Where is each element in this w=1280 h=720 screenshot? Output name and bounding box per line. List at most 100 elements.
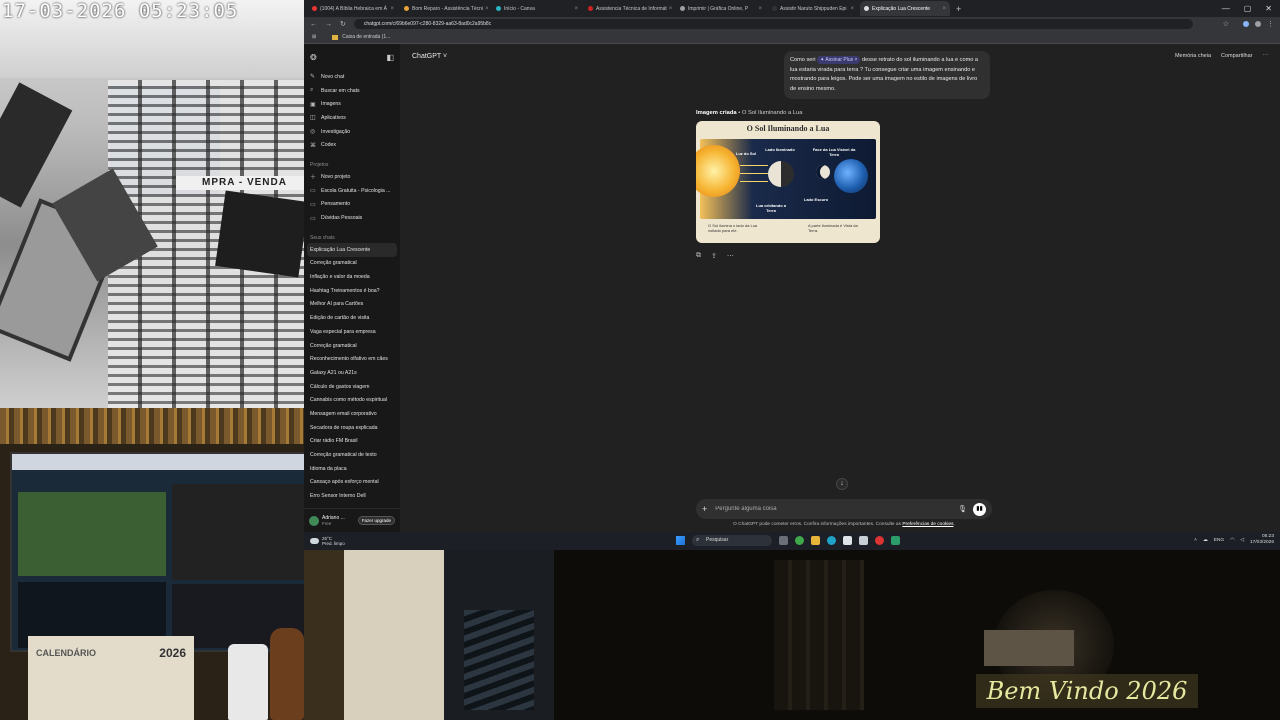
bookmark-item[interactable]: Caixa de entrada (1... bbox=[342, 34, 390, 40]
onedrive-icon[interactable]: ☁ bbox=[1203, 538, 1208, 543]
close-tab-icon[interactable]: × bbox=[848, 6, 854, 12]
browser-tab[interactable]: Assistir Naruto Shippuden Epi × bbox=[768, 1, 858, 16]
sidebar-item-project[interactable]: ▭ Dúvidas Pessoais bbox=[304, 211, 400, 225]
sidebar-item-apps[interactable]: ◫ Aplicativos bbox=[304, 111, 400, 125]
tray-chevron-icon[interactable]: ˄ bbox=[1194, 538, 1197, 543]
minimize-icon[interactable]: — bbox=[1222, 4, 1230, 13]
upgrade-button[interactable]: Fazer upgrade bbox=[357, 516, 395, 525]
more-options-icon[interactable]: ⋯ bbox=[1263, 53, 1269, 59]
chat-item[interactable]: Edição de cartão de visita bbox=[304, 311, 400, 325]
chat-item[interactable]: Reconhecimento olfativo em cães bbox=[304, 352, 400, 366]
sidebar-item-images[interactable]: ▣ Imagens bbox=[304, 97, 400, 111]
image-name: • O Sol Iluminando a Lua bbox=[736, 110, 803, 116]
apps-grid-icon[interactable]: ⊞ bbox=[312, 34, 316, 40]
message-actions: ⧉ ⇪ ⋯ bbox=[696, 252, 734, 260]
browser-tab[interactable]: Assistencia Técnica de Informát × bbox=[584, 1, 674, 16]
share-button[interactable]: Compartilhar bbox=[1221, 53, 1252, 59]
chat-item[interactable]: Criar rádio FM Brasil bbox=[304, 435, 400, 449]
back-icon[interactable]: ← bbox=[310, 21, 317, 28]
chat-item[interactable]: Secadora de roupa explicada bbox=[304, 421, 400, 435]
microphone-icon[interactable]: 🎙 bbox=[958, 505, 967, 513]
camera-timestamp: 17-03-2026 05:23:05 bbox=[2, 0, 239, 22]
extension-icon[interactable] bbox=[1243, 21, 1249, 27]
close-tab-icon[interactable]: × bbox=[667, 6, 673, 12]
more-icon[interactable]: ⋯ bbox=[727, 252, 734, 260]
sidebar-item-new-chat[interactable]: ✎ Novo chat bbox=[304, 70, 400, 84]
sidebar-item-codex[interactable]: ⌘ Codex bbox=[304, 138, 400, 152]
chrome-icon[interactable] bbox=[795, 536, 804, 545]
sidebar-item-project[interactable]: ▭ Pensamento bbox=[304, 198, 400, 212]
copy-icon[interactable]: ⧉ bbox=[696, 252, 701, 260]
close-tab-icon[interactable]: × bbox=[940, 6, 946, 12]
forward-icon[interactable]: → bbox=[325, 21, 332, 28]
app-icon[interactable] bbox=[859, 536, 868, 545]
close-icon[interactable]: ✕ bbox=[1265, 4, 1272, 13]
close-tab-icon[interactable]: × bbox=[483, 6, 489, 12]
taskbar-clock[interactable]: 05:23 17/03/2026 bbox=[1250, 534, 1274, 546]
chat-item[interactable]: Erro Sensor Interno Dell bbox=[304, 489, 400, 503]
edge-icon[interactable] bbox=[827, 536, 836, 545]
close-tab-icon[interactable]: × bbox=[572, 6, 578, 12]
voice-mode-icon[interactable]: ▮▮ bbox=[973, 502, 986, 516]
browser-tab[interactable]: (1004) A Bíblia Hebraica em Á × bbox=[308, 1, 398, 16]
new-tab-button[interactable]: + bbox=[952, 4, 965, 14]
chat-item[interactable]: Cansaço após esforço mental bbox=[304, 476, 400, 490]
cookie-preferences-link[interactable]: Preferências de cookies bbox=[902, 522, 953, 527]
sidebar-item-research[interactable]: ◎ Investigação bbox=[304, 125, 400, 139]
moon-illustration bbox=[768, 161, 794, 187]
weather-widget[interactable]: 25°C Pred. limpo bbox=[310, 536, 345, 546]
share-icon[interactable]: ⇪ bbox=[711, 252, 717, 260]
close-tab-icon[interactable]: × bbox=[756, 6, 762, 12]
user-profile[interactable]: Adriano ... Free Fazer upgrade bbox=[304, 508, 400, 532]
chat-item-active[interactable]: Explicação Lua Crescente bbox=[307, 242, 397, 257]
folder-icon: ▭ bbox=[310, 201, 316, 208]
profile-icon[interactable] bbox=[1255, 21, 1261, 27]
memory-full-button[interactable]: Memória cheia bbox=[1175, 53, 1211, 59]
browser-tab[interactable]: Início - Canva × bbox=[492, 1, 582, 16]
chat-item[interactable]: Cannabis como método espiritual bbox=[304, 393, 400, 407]
browser-menu-icon[interactable]: ⋮ bbox=[1267, 20, 1274, 28]
chat-item[interactable]: Correção gramatical bbox=[304, 339, 400, 353]
chat-item[interactable]: Mensagem email corporativo bbox=[304, 407, 400, 421]
wifi-icon[interactable]: ◠ bbox=[1230, 538, 1234, 543]
chat-item[interactable]: Vaga especial para empresa bbox=[304, 325, 400, 339]
windows-start-icon[interactable] bbox=[676, 536, 685, 545]
app-icon[interactable] bbox=[875, 536, 884, 545]
chat-item[interactable]: Cálculo de gastos viagem bbox=[304, 380, 400, 394]
generated-image[interactable]: O Sol Iluminando a Lua Luz do Sol Lado I… bbox=[696, 121, 880, 243]
sidebar-item-new-project[interactable]: ＋ Novo projeto bbox=[304, 170, 400, 184]
app-icon[interactable] bbox=[891, 536, 900, 545]
reload-icon[interactable]: ↻ bbox=[340, 20, 346, 28]
close-tab-icon[interactable]: × bbox=[388, 6, 394, 12]
prompt-input[interactable] bbox=[715, 506, 959, 512]
chat-item[interactable]: Inflação e valor da moeda bbox=[304, 270, 400, 284]
chat-item[interactable]: Galaxy A21 ou A21s bbox=[304, 366, 400, 380]
tab-title: (1004) A Bíblia Hebraica em Á bbox=[320, 5, 387, 12]
chat-item[interactable]: Melhor AI para Cartões bbox=[304, 298, 400, 312]
chat-item[interactable]: Correção gramatical de texto bbox=[304, 448, 400, 462]
model-selector[interactable]: ChatGPT ˅ bbox=[412, 53, 447, 60]
sidebar-item-project[interactable]: ▭ Escola Gratuita - Psicologia ... bbox=[304, 184, 400, 198]
subscribe-plus-chip[interactable]: ✦ Assinar Plus × bbox=[817, 56, 861, 64]
task-view-icon[interactable] bbox=[779, 536, 788, 545]
browser-tab[interactable]: Imprimir | Gráfica Online, P × bbox=[676, 1, 766, 16]
sidebar-item-label: Dúvidas Pessoais bbox=[321, 215, 363, 222]
bookmark-star-icon[interactable]: ☆ bbox=[1223, 20, 1229, 28]
chat-item[interactable]: Correção gramatical bbox=[304, 257, 400, 271]
browser-tab-active[interactable]: Explicação Lua Crescente × bbox=[860, 1, 950, 16]
toggle-sidebar-icon[interactable]: ◧ bbox=[386, 53, 394, 62]
attach-plus-icon[interactable]: + bbox=[702, 504, 707, 514]
chat-item[interactable]: Idioma da placa bbox=[304, 462, 400, 476]
maximize-icon[interactable]: ▢ bbox=[1244, 4, 1252, 13]
scroll-down-button[interactable]: ↓ bbox=[836, 478, 848, 490]
file-explorer-icon[interactable] bbox=[811, 536, 820, 545]
store-icon[interactable] bbox=[843, 536, 852, 545]
chat-item[interactable]: Hashtag Treinamentos é boa? bbox=[304, 284, 400, 298]
taskbar-search[interactable]: Pesquisar bbox=[692, 535, 772, 546]
browser-tab[interactable]: Bom Reparo - Assistência Técni × bbox=[400, 1, 490, 16]
volume-icon[interactable]: ◁ bbox=[1240, 538, 1244, 543]
chatgpt-logo-icon[interactable]: ❂ bbox=[310, 53, 317, 62]
url-field[interactable]: chatgpt.com/c/69b6e097-c280-8329-aa63-8a… bbox=[353, 19, 1193, 29]
lang-indicator[interactable]: ENG bbox=[1214, 538, 1224, 543]
sidebar-item-search[interactable]: ⌕ Buscar em chats bbox=[304, 84, 400, 98]
